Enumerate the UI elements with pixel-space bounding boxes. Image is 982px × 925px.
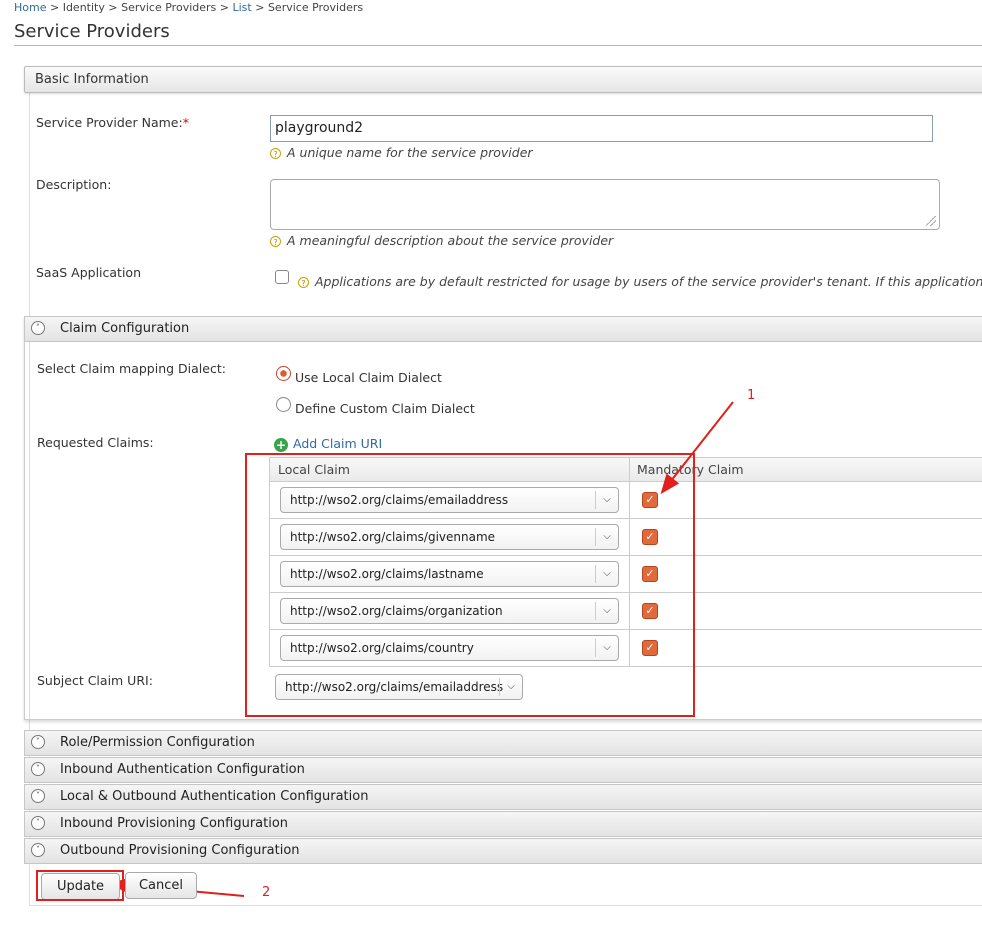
role-permission-config-header[interactable]: ˅ Role/Permission Configuration	[24, 730, 982, 756]
annotation-arrow-1	[660, 401, 734, 495]
inbound-provisioning-config-header[interactable]: ˅ Inbound Provisioning Configuration	[24, 811, 982, 837]
annotation-box-update	[36, 870, 124, 901]
outbound-provisioning-config-header[interactable]: ˅ Outbound Provisioning Configuration	[24, 838, 982, 864]
chevron-down-icon: ˅	[31, 789, 45, 803]
chevron-down-icon: ˅	[31, 843, 45, 857]
annotation-label-2: 2	[262, 885, 271, 900]
local-outbound-auth-config-header[interactable]: ˅ Local & Outbound Authentication Config…	[24, 784, 982, 810]
cancel-button[interactable]: Cancel	[125, 872, 197, 899]
chevron-down-icon: ˅	[31, 735, 45, 749]
inbound-auth-config-header[interactable]: ˅ Inbound Authentication Configuration	[24, 757, 982, 783]
chevron-down-icon: ˅	[31, 816, 45, 830]
chevron-down-icon: ˅	[31, 762, 45, 776]
